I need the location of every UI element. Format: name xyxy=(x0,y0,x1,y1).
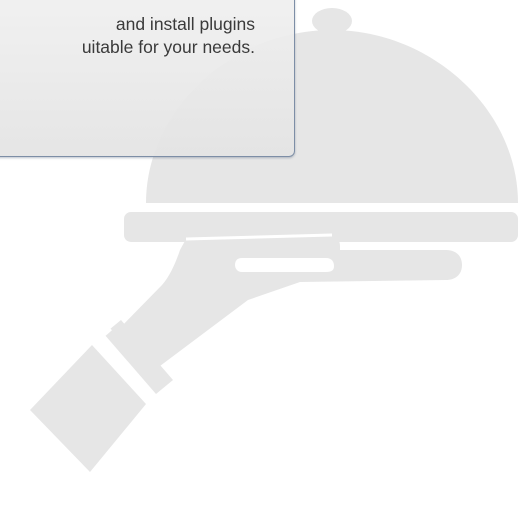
tooltip-line-2: uitable for your needs. xyxy=(81,37,255,57)
tooltip-line-1: and install plugins xyxy=(115,14,255,34)
tooltip-text: and install plugins uitable for your nee… xyxy=(0,13,293,59)
help-tooltip: and install plugins uitable for your nee… xyxy=(0,0,295,157)
shirt-sleeve xyxy=(30,345,146,472)
hand-palm xyxy=(118,235,462,366)
plugin-info-stage: and install plugins uitable for your nee… xyxy=(0,0,523,508)
hand-thumb xyxy=(235,258,334,272)
